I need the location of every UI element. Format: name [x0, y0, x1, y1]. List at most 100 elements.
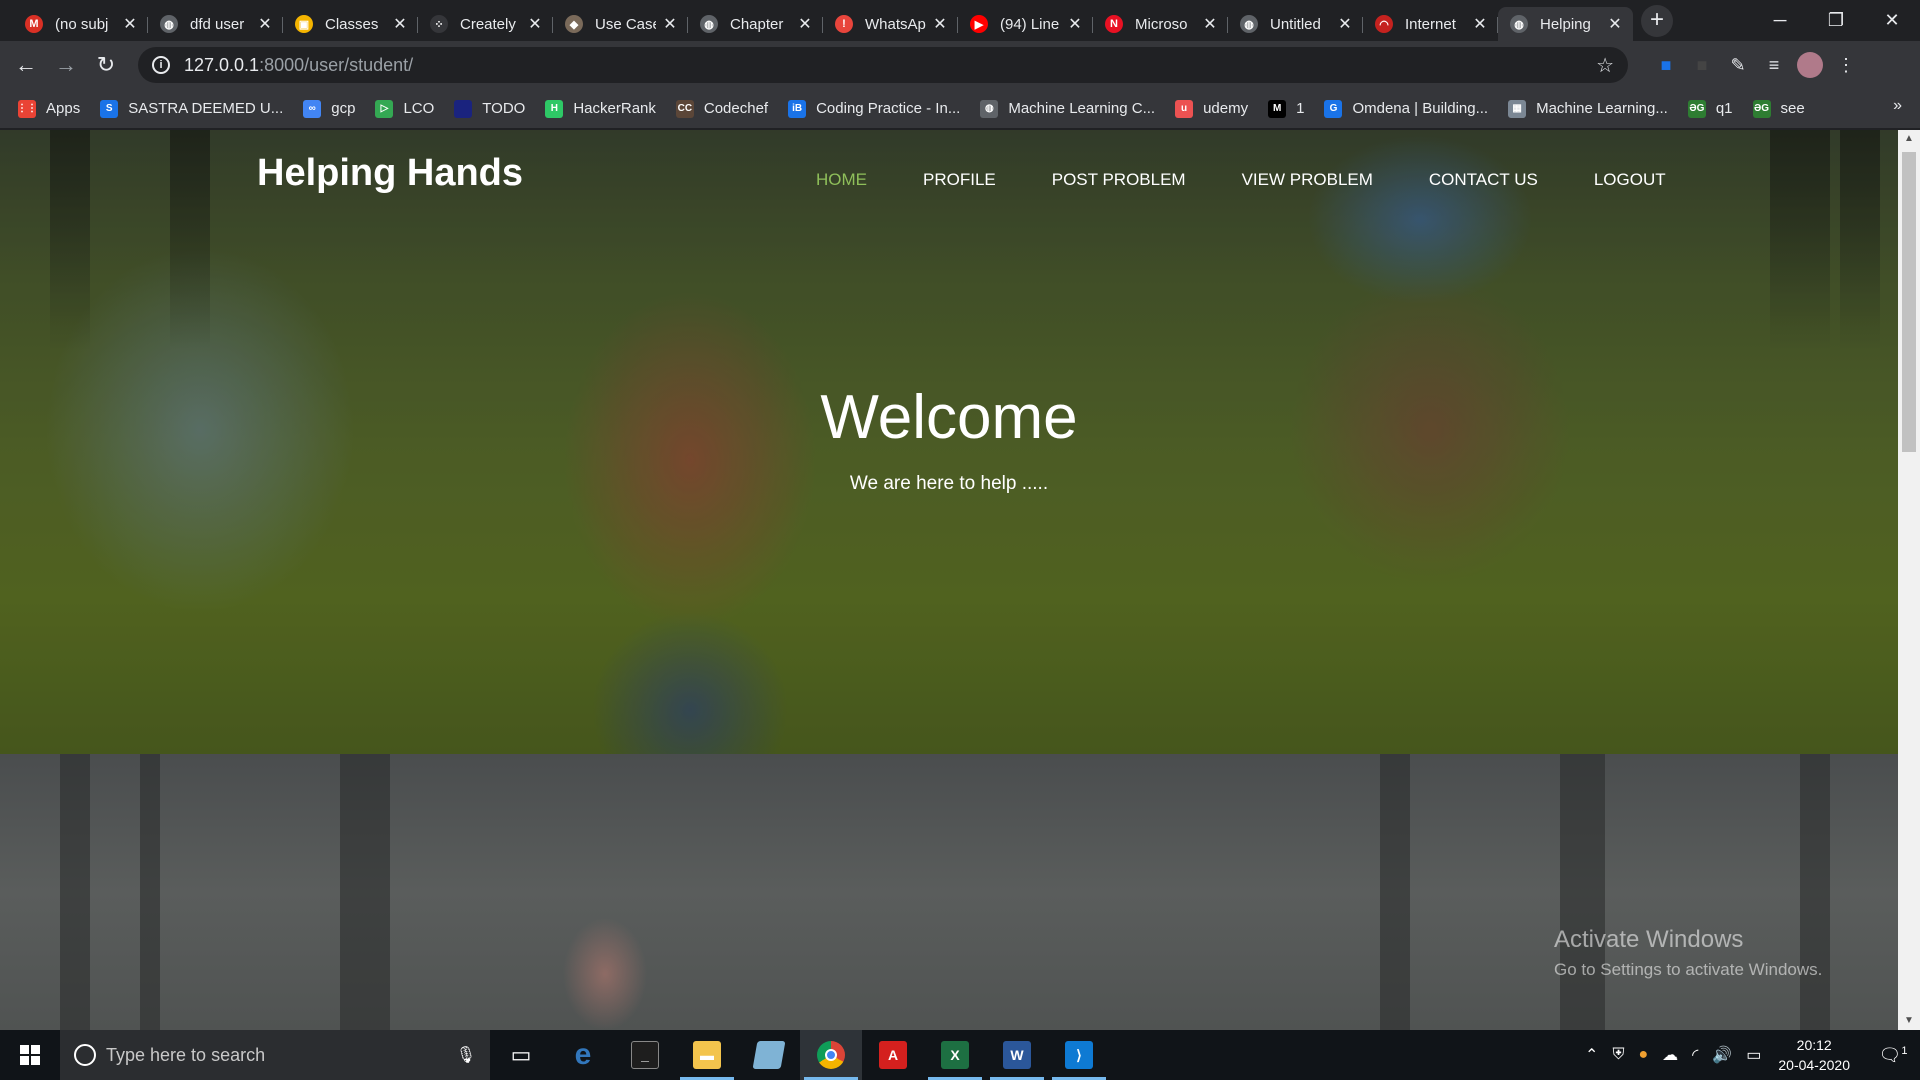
word-icon[interactable]: W [986, 1030, 1048, 1080]
wifi-icon[interactable]: ◜ [1692, 1045, 1698, 1065]
profile-avatar-icon[interactable] [1792, 47, 1828, 83]
minimize-icon[interactable]: ─ [1752, 0, 1808, 40]
microphone-icon[interactable]: 🎙 [456, 1045, 476, 1065]
browser-tab[interactable]: ▣ Classes ✕ [283, 7, 418, 41]
show-hidden-icons-icon[interactable]: ⌃ [1585, 1045, 1598, 1065]
bookmark-item[interactable]: S SASTRA DEEMED U... [100, 99, 283, 118]
lco-icon: ▷ [375, 99, 394, 118]
defender-shield-icon[interactable]: ⛨ [1612, 1046, 1624, 1064]
internet-icon: ◠ [1375, 15, 1393, 33]
media-control-icon[interactable]: ≡ [1756, 47, 1792, 83]
tab-close-icon[interactable]: ✕ [1607, 14, 1623, 34]
udemy-icon: u [1175, 99, 1194, 118]
extension-blue-icon[interactable]: ■ [1648, 47, 1684, 83]
tab-close-icon[interactable]: ✕ [257, 14, 273, 34]
tab-close-icon[interactable]: ✕ [662, 14, 678, 34]
bookmark-item[interactable]: ∞ gcp [303, 99, 355, 118]
nav-view-problem[interactable]: VIEW PROBLEM [1242, 170, 1373, 190]
browser-tab[interactable]: ◆ Use Case ✕ [553, 7, 688, 41]
bookmark-item[interactable]: M1 [1268, 99, 1304, 118]
gcp-icon: ∞ [303, 99, 322, 118]
bookmark-item[interactable]: ƏG q1 [1687, 99, 1733, 118]
nav-post-problem[interactable]: POST PROBLEM [1052, 170, 1186, 190]
bookmark-item[interactable]: ▷ LCO [375, 99, 434, 118]
scroll-thumb[interactable] [1902, 152, 1916, 452]
bookmark-item[interactable]: ◍ Machine Learning C... [980, 99, 1155, 118]
address-bar[interactable]: i 127.0.0.1:8000/user/student/ ☆ [138, 47, 1628, 83]
bookmark-item[interactable]: ⋮⋮ Apps [17, 99, 80, 118]
tab-close-icon[interactable]: ✕ [122, 14, 138, 34]
restore-icon[interactable]: ❐ [1808, 0, 1864, 40]
tab-title: Classes [325, 15, 379, 33]
nav-logout[interactable]: LOGOUT [1594, 170, 1666, 190]
browser-tab[interactable]: N Microso ✕ [1093, 7, 1228, 41]
tab-close-icon[interactable]: ✕ [1472, 14, 1488, 34]
site-info-icon[interactable]: i [152, 56, 170, 74]
bookmark-item[interactable]: H HackerRank [545, 99, 656, 118]
tab-close-icon[interactable]: ✕ [797, 14, 813, 34]
new-tab-icon[interactable]: + [1641, 5, 1673, 37]
extension-dark-icon[interactable]: ■ [1684, 47, 1720, 83]
tray-app-icon[interactable]: ● [1638, 1046, 1648, 1064]
extension-pen-icon[interactable]: ✎ [1720, 47, 1756, 83]
url-text[interactable]: 127.0.0.1:8000/user/student/ [184, 55, 1596, 76]
acrobat-icon[interactable]: A [862, 1030, 924, 1080]
bookmark-label: q1 [1715, 100, 1733, 117]
bookmark-item[interactable]: CC Codechef [675, 99, 768, 118]
bookmark-item[interactable]: u udemy [1175, 99, 1248, 118]
excel-icon[interactable]: X [924, 1030, 986, 1080]
bookmark-item[interactable]: TODO [454, 99, 525, 118]
browser-tab[interactable]: ◍ dfd user ✕ [148, 7, 283, 41]
tab-close-icon[interactable]: ✕ [1067, 14, 1083, 34]
task-view-icon[interactable]: ▭ [490, 1030, 552, 1080]
browser-tab[interactable]: ◍ Chapter ✕ [688, 7, 823, 41]
terminal-icon[interactable]: _ [614, 1030, 676, 1080]
forward-icon[interactable]: → [50, 49, 82, 81]
cortana-icon [74, 1044, 96, 1066]
browser-tab[interactable]: ◠ Internet ✕ [1363, 7, 1498, 41]
file-explorer-icon[interactable]: ▬ [676, 1030, 738, 1080]
cloud-offline-icon[interactable]: ☁ [1662, 1045, 1678, 1065]
volume-icon[interactable]: 🔊 [1712, 1045, 1732, 1065]
start-button[interactable] [0, 1030, 60, 1080]
vscode-icon[interactable]: ⟩ [1048, 1030, 1110, 1080]
tab-close-icon[interactable]: ✕ [1337, 14, 1353, 34]
tab-close-icon[interactable]: ✕ [1202, 14, 1218, 34]
bookmark-item[interactable]: ƏG see [1752, 99, 1805, 118]
tab-close-icon[interactable]: ✕ [392, 14, 408, 34]
bookmark-label: Coding Practice - In... [816, 100, 961, 117]
bookmark-item[interactable]: iB Coding Practice - In... [788, 99, 961, 118]
search-placeholder: Type here to search [106, 1044, 266, 1065]
reload-icon[interactable]: ↻ [90, 49, 122, 81]
notepad-app-icon[interactable] [738, 1030, 800, 1080]
browser-tab[interactable]: M (no subj ✕ [13, 7, 148, 41]
nav-home[interactable]: HOME [816, 170, 867, 190]
edge-icon[interactable]: e [552, 1030, 614, 1080]
browser-tab[interactable]: ⁘ Creately ✕ [418, 7, 553, 41]
close-window-icon[interactable]: ✕ [1864, 0, 1920, 40]
scroll-up-icon[interactable]: ▲ [1898, 130, 1920, 148]
bookmark-item[interactable]: ▦ Machine Learning... [1508, 99, 1668, 118]
page-scrollbar[interactable]: ▲ ▼ [1898, 130, 1920, 1030]
tab-close-icon[interactable]: ✕ [527, 14, 543, 34]
nav-contact-us[interactable]: CONTACT US [1429, 170, 1538, 190]
bookmarks-overflow-icon[interactable]: » [1893, 97, 1902, 115]
browser-tab[interactable]: ◍ Helping ✕ [1498, 7, 1633, 41]
notification-center-icon[interactable]: 🗨1 [1873, 1045, 1913, 1066]
site-brand[interactable]: Helping Hands [257, 152, 523, 195]
bookmark-star-icon[interactable]: ☆ [1596, 53, 1614, 78]
browser-toolbar: ← → ↻ i 127.0.0.1:8000/user/student/ ☆ ■… [0, 41, 1920, 89]
menu-kebab-icon[interactable]: ⋮ [1828, 47, 1864, 83]
browser-tab[interactable]: ▶ (94) Line ✕ [958, 7, 1093, 41]
clock[interactable]: 20:12 20-04-2020 [1778, 1035, 1850, 1075]
taskbar-search[interactable]: Type here to search 🎙 [60, 1030, 490, 1080]
nav-profile[interactable]: PROFILE [923, 170, 996, 190]
browser-tab[interactable]: ! WhatsAp ✕ [823, 7, 958, 41]
tab-close-icon[interactable]: ✕ [932, 14, 948, 34]
browser-tab[interactable]: ◍ Untitled ✕ [1228, 7, 1363, 41]
chrome-icon[interactable] [800, 1030, 862, 1080]
battery-icon[interactable]: ▭ [1746, 1045, 1761, 1065]
scroll-down-icon[interactable]: ▼ [1898, 1012, 1920, 1030]
bookmark-item[interactable]: G Omdena | Building... [1324, 99, 1488, 118]
back-icon[interactable]: ← [10, 49, 42, 81]
